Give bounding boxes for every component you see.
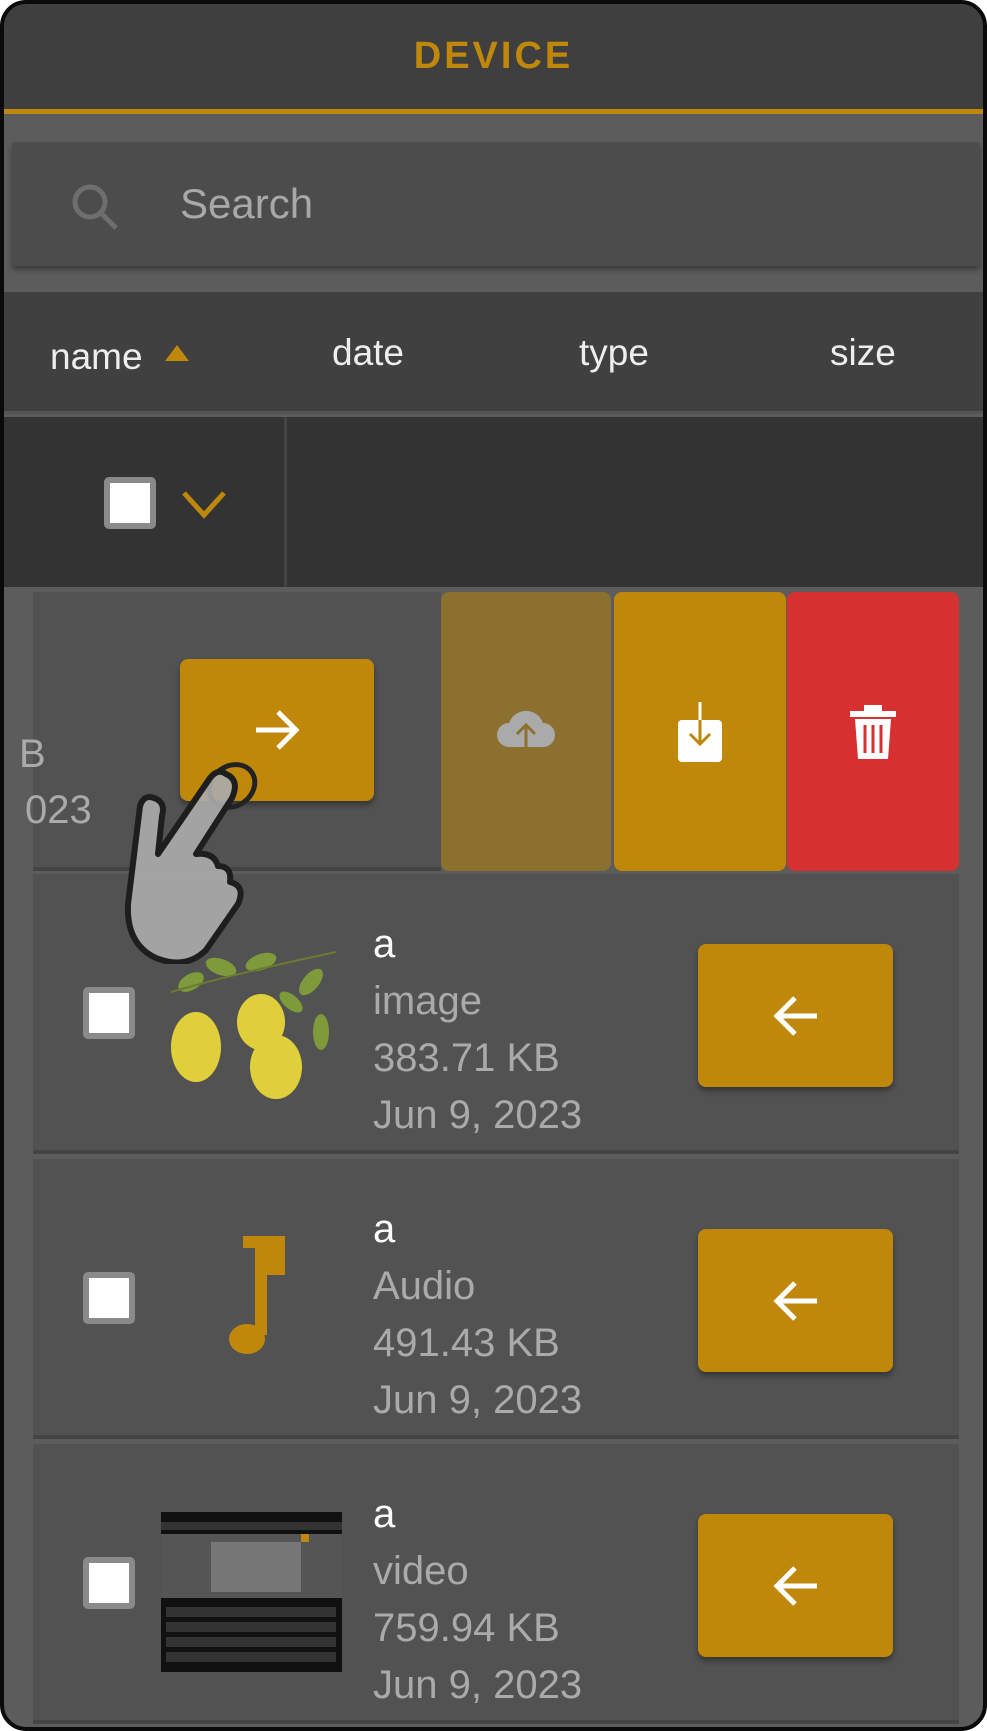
file-name: a <box>373 1492 396 1536</box>
hand-pointer-icon <box>124 762 258 964</box>
search-icon <box>72 184 118 230</box>
file-name: a <box>373 1207 396 1251</box>
arrow-left-icon <box>772 1565 817 1606</box>
music-note-icon <box>229 1236 285 1354</box>
column-label: name <box>50 336 143 377</box>
upload-cloud-button[interactable] <box>441 592 611 871</box>
video-thumbnail <box>161 1512 342 1672</box>
arrow-left-icon <box>772 1280 817 1321</box>
panel-title: DEVICE <box>413 35 574 77</box>
file-row[interactable]: a video 759.94 KB Jun 9, 2023 <box>33 1444 959 1724</box>
divider <box>284 417 287 587</box>
column-headers: name date type size <box>4 292 983 414</box>
arrow-left-icon <box>772 995 817 1036</box>
sort-ascending-icon <box>164 345 189 361</box>
column-name[interactable]: name <box>50 336 191 378</box>
partial-date: 023 <box>25 788 92 832</box>
file-size: 383.71 KB <box>373 1036 560 1080</box>
search-bar <box>12 142 980 266</box>
select-all-checkbox[interactable] <box>104 477 156 529</box>
column-size[interactable]: size <box>830 332 896 374</box>
selection-row <box>4 417 983 587</box>
chevron-down-icon[interactable] <box>179 487 229 521</box>
move-left-button[interactable] <box>698 944 893 1087</box>
panel-header: DEVICE <box>4 4 983 114</box>
file-type: image <box>373 979 482 1023</box>
file-date: Jun 9, 2023 <box>373 1663 583 1707</box>
file-date: Jun 9, 2023 <box>373 1378 583 1422</box>
download-button[interactable] <box>614 592 786 871</box>
device-panel: DEVICE name date type size B 023 a image… <box>0 0 987 1731</box>
file-row[interactable]: a Audio 491.43 KB Jun 9, 2023 <box>33 1159 959 1439</box>
file-date: Jun 9, 2023 <box>373 1093 583 1137</box>
column-type[interactable]: type <box>579 332 649 374</box>
file-type: Audio <box>373 1264 476 1308</box>
delete-button[interactable] <box>787 592 959 871</box>
cloud-upload-icon <box>497 710 555 755</box>
move-left-button[interactable] <box>698 1229 893 1372</box>
row-checkbox[interactable] <box>83 1272 135 1324</box>
file-info: a video 759.94 KB Jun 9, 2023 <box>373 1486 582 1714</box>
trash-icon <box>850 704 896 759</box>
file-size: 491.43 KB <box>373 1321 560 1365</box>
row-checkbox[interactable] <box>83 987 135 1039</box>
partial-size: B <box>19 732 46 776</box>
column-date[interactable]: date <box>332 332 404 374</box>
download-icon <box>678 701 722 762</box>
file-name: a <box>373 922 396 966</box>
file-size: 759.94 KB <box>373 1606 560 1650</box>
file-info: a image 383.71 KB Jun 9, 2023 <box>373 916 582 1144</box>
file-info: a Audio 491.43 KB Jun 9, 2023 <box>373 1201 582 1429</box>
move-left-button[interactable] <box>698 1514 893 1657</box>
search-input[interactable] <box>180 172 940 236</box>
lemon-thumbnail <box>170 951 337 1099</box>
file-type: video <box>373 1549 469 1593</box>
row-checkbox[interactable] <box>83 1557 135 1609</box>
